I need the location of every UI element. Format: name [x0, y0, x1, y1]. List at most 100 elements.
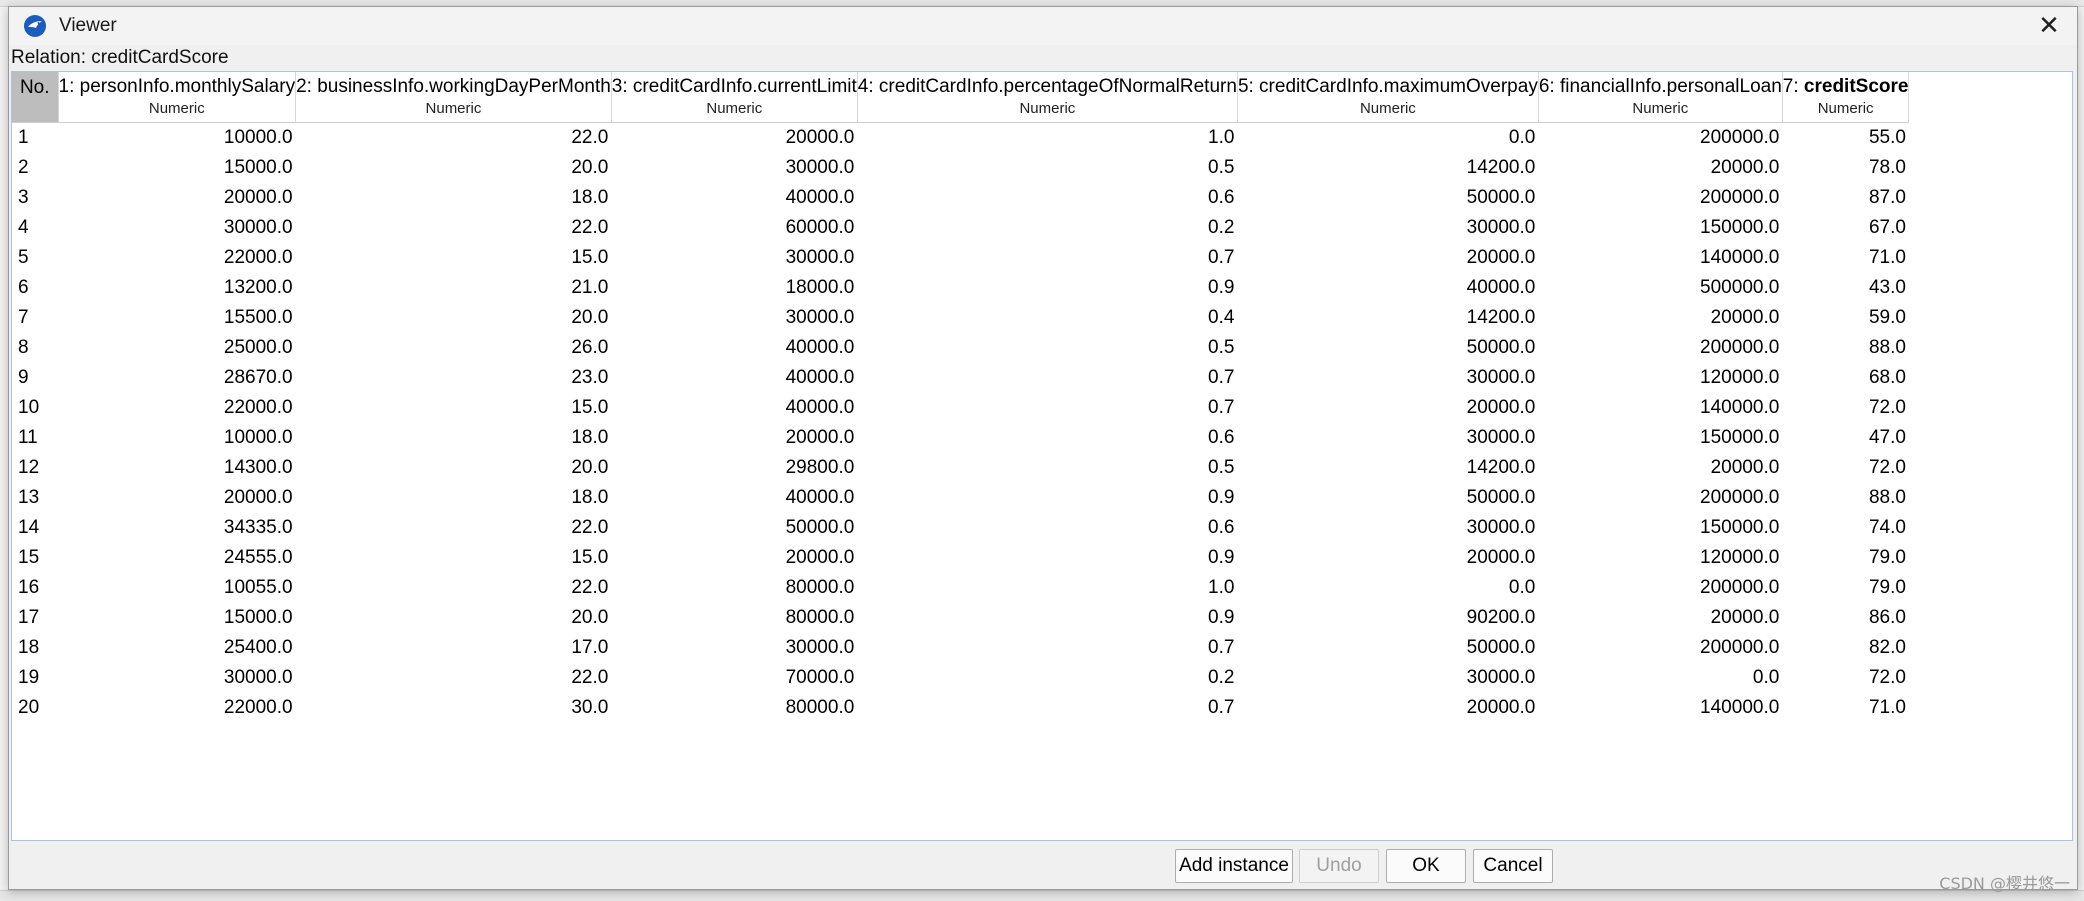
title-bar[interactable]: Viewer ✕ — [9, 7, 2077, 45]
table-row[interactable]: 17 15000.0 20.0 80000.0 0.9 90200.0 20000.0 86.… — [12, 603, 1909, 633]
table-cell[interactable]: 22.0 — [296, 513, 612, 543]
cancel-button[interactable]: Cancel — [1473, 849, 1553, 883]
table-row[interactable]: 6 13200.0 21.0 18000.0 0.9 40000.0 500000.0 43.… — [12, 273, 1909, 303]
ok-button[interactable]: OK — [1386, 849, 1466, 883]
table-cell[interactable]: 88.0 — [1782, 483, 1909, 513]
table-cell[interactable]: 30000.0 — [1237, 363, 1538, 393]
table-cell[interactable]: 0.5 — [857, 453, 1237, 483]
table-cell[interactable]: 150000.0 — [1538, 513, 1782, 543]
row-number-cell[interactable]: 7 — [12, 303, 58, 333]
table-cell[interactable]: 140000.0 — [1538, 243, 1782, 273]
table-cell[interactable]: 0.7 — [857, 633, 1237, 663]
table-cell[interactable]: 0.7 — [857, 243, 1237, 273]
table-cell[interactable]: 40000.0 — [611, 393, 857, 423]
table-cell[interactable]: 20.0 — [296, 453, 612, 483]
table-row[interactable]: 12 14300.0 20.0 29800.0 0.5 14200.0 20000.0 72.… — [12, 453, 1909, 483]
row-number-cell[interactable]: 2 — [12, 153, 58, 183]
table-cell[interactable]: 82.0 — [1782, 633, 1909, 663]
table-cell[interactable]: 0.7 — [857, 393, 1237, 423]
table-cell[interactable]: 1.0 — [857, 573, 1237, 603]
table-cell[interactable]: 74.0 — [1782, 513, 1909, 543]
table-cell[interactable]: 59.0 — [1782, 303, 1909, 333]
table-cell[interactable]: 80000.0 — [611, 693, 857, 723]
table-row[interactable]: 7 15500.0 20.0 30000.0 0.4 14200.0 20000.0 59.0 — [12, 303, 1909, 333]
table-row[interactable]: 16 10055.0 22.0 80000.0 1.0 0.0 200000.0 79.0 — [12, 573, 1909, 603]
table-cell[interactable]: 22000.0 — [58, 393, 296, 423]
table-cell[interactable]: 0.9 — [857, 483, 1237, 513]
table-cell[interactable]: 20000.0 — [1237, 543, 1538, 573]
table-cell[interactable]: 17.0 — [296, 633, 612, 663]
table-cell[interactable]: 43.0 — [1782, 273, 1909, 303]
table-cell[interactable]: 55.0 — [1782, 123, 1909, 154]
table-cell[interactable]: 140000.0 — [1538, 393, 1782, 423]
row-number-cell[interactable]: 10 — [12, 393, 58, 423]
row-number-cell[interactable]: 6 — [12, 273, 58, 303]
table-row[interactable]: 10 22000.0 15.0 40000.0 0.7 20000.0 140000.0 72… — [12, 393, 1909, 423]
table-cell[interactable]: 67.0 — [1782, 213, 1909, 243]
table-cell[interactable]: 88.0 — [1782, 333, 1909, 363]
table-cell[interactable]: 47.0 — [1782, 423, 1909, 453]
table-cell[interactable]: 18000.0 — [611, 273, 857, 303]
table-cell[interactable]: 10055.0 — [58, 573, 296, 603]
table-cell[interactable]: 20000.0 — [1538, 303, 1782, 333]
table-cell[interactable]: 79.0 — [1782, 573, 1909, 603]
table-cell[interactable]: 140000.0 — [1538, 693, 1782, 723]
table-cell[interactable]: 0.5 — [857, 153, 1237, 183]
table-cell[interactable]: 14200.0 — [1237, 453, 1538, 483]
table-cell[interactable]: 0.0 — [1237, 123, 1538, 154]
table-cell[interactable]: 0.2 — [857, 663, 1237, 693]
add-instance-button[interactable]: Add instance — [1175, 849, 1293, 883]
table-cell[interactable]: 20000.0 — [611, 543, 857, 573]
row-number-cell[interactable]: 16 — [12, 573, 58, 603]
table-cell[interactable]: 18.0 — [296, 483, 612, 513]
table-row[interactable]: 1 10000.0 22.0 20000.0 1.0 0.0 200000.0 55.0 — [12, 123, 1909, 154]
table-cell[interactable]: 68.0 — [1782, 363, 1909, 393]
table-cell[interactable]: 40000.0 — [611, 363, 857, 393]
column-header-working-day[interactable]: 2: businessInfo.workingDayPerMonth Numer… — [295, 72, 612, 123]
table-cell[interactable]: 28670.0 — [58, 363, 296, 393]
table-cell[interactable]: 40000.0 — [611, 483, 857, 513]
table-cell[interactable]: 20000.0 — [1237, 393, 1538, 423]
table-row[interactable]: 3 20000.0 18.0 40000.0 0.6 50000.0 200000.0 87.… — [12, 183, 1909, 213]
table-cell[interactable]: 40000.0 — [611, 333, 857, 363]
table-cell[interactable]: 0.7 — [857, 693, 1237, 723]
row-number-cell[interactable]: 15 — [12, 543, 58, 573]
table-cell[interactable]: 22.0 — [296, 573, 612, 603]
undo-button[interactable]: Undo — [1299, 849, 1379, 883]
column-header-personal-loan[interactable]: 6: financialInfo.personalLoan Numeric — [1538, 72, 1783, 123]
table-cell[interactable]: 10000.0 — [58, 423, 296, 453]
table-cell[interactable]: 0.9 — [857, 543, 1237, 573]
table-cell[interactable]: 22.0 — [296, 123, 612, 154]
table-cell[interactable]: 10000.0 — [58, 123, 296, 154]
table-cell[interactable]: 150000.0 — [1538, 213, 1782, 243]
table-row[interactable]: 14 34335.0 22.0 50000.0 0.6 30000.0 150000.0 74… — [12, 513, 1909, 543]
table-cell[interactable]: 50000.0 — [1237, 633, 1538, 663]
table-cell[interactable]: 18.0 — [296, 423, 612, 453]
table-row[interactable]: 4 30000.0 22.0 60000.0 0.2 30000.0 150000.0 67.… — [12, 213, 1909, 243]
table-cell[interactable]: 21.0 — [296, 273, 612, 303]
table-cell[interactable]: 0.5 — [857, 333, 1237, 363]
table-cell[interactable]: 26.0 — [296, 333, 612, 363]
column-header-no[interactable]: No. — [12, 72, 59, 123]
table-cell[interactable]: 87.0 — [1782, 183, 1909, 213]
table-cell[interactable]: 20.0 — [296, 303, 612, 333]
row-number-cell[interactable]: 1 — [12, 123, 58, 154]
column-header-normal-return[interactable]: 4: creditCardInfo.percentageOfNormalRetu… — [857, 72, 1238, 123]
row-number-cell[interactable]: 19 — [12, 663, 58, 693]
table-cell[interactable]: 80000.0 — [611, 573, 857, 603]
table-cell[interactable]: 30000.0 — [1237, 423, 1538, 453]
table-cell[interactable]: 15.0 — [296, 393, 612, 423]
table-cell[interactable]: 14200.0 — [1237, 303, 1538, 333]
table-cell[interactable]: 50000.0 — [1237, 333, 1538, 363]
table-row[interactable]: 19 30000.0 22.0 70000.0 0.2 30000.0 0.0 72.0 — [12, 663, 1909, 693]
table-cell[interactable]: 15000.0 — [58, 153, 296, 183]
table-cell[interactable]: 40000.0 — [611, 183, 857, 213]
column-header-credit-score[interactable]: 7: creditScore Numeric — [1782, 72, 1910, 123]
close-icon[interactable]: ✕ — [2031, 9, 2067, 43]
table-cell[interactable]: 71.0 — [1782, 693, 1909, 723]
table-row[interactable]: 20 22000.0 30.0 80000.0 0.7 20000.0 140000.0 71… — [12, 693, 1909, 723]
table-cell[interactable]: 90200.0 — [1237, 603, 1538, 633]
table-cell[interactable]: 40000.0 — [1237, 273, 1538, 303]
table-cell[interactable]: 15.0 — [296, 543, 612, 573]
table-cell[interactable]: 20000.0 — [611, 123, 857, 154]
